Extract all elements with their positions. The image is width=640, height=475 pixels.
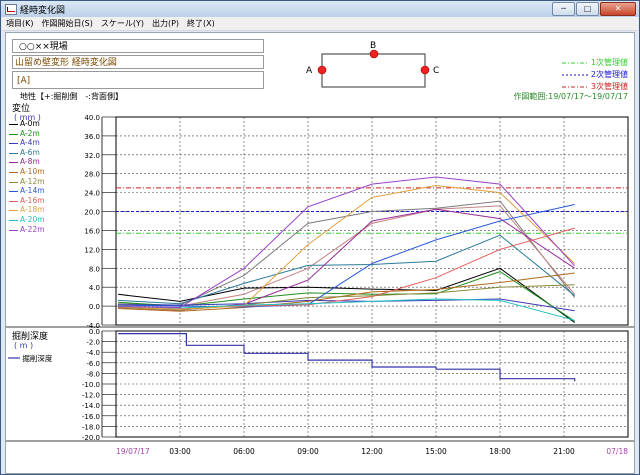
displacement-ytick-label: 20.0 bbox=[84, 209, 100, 217]
series-line-a-14m bbox=[118, 204, 575, 308]
depth-ytick-label: -16.0 bbox=[82, 413, 100, 421]
minimize-button[interactable]: ─ bbox=[552, 2, 575, 16]
displacement-ytick-label: 4.0 bbox=[89, 284, 100, 292]
displacement-ytick-label: 12.0 bbox=[84, 246, 100, 254]
xtick-label: 21:00 bbox=[553, 447, 575, 456]
menu-bar: 項目(K) 作図開始日(S) スケール(Y) 出力(P) 終了(X) bbox=[2, 17, 638, 31]
menu-item-start-date[interactable]: 作図開始日(S) bbox=[38, 17, 97, 30]
xtick-label: 19/07/17 bbox=[116, 447, 150, 456]
menu-item-scale[interactable]: スケール(Y) bbox=[97, 17, 148, 30]
xtick-label: 15:00 bbox=[425, 447, 447, 456]
xtick-label: 18:00 bbox=[489, 447, 511, 456]
chart-document: ○○××現場 山留め壁変形 経時変化図 [A] A B C 1次管理値 2次管理… bbox=[5, 32, 635, 474]
menu-item-exit[interactable]: 終了(X) bbox=[183, 17, 219, 30]
menu-item-items[interactable]: 項目(K) bbox=[2, 17, 38, 30]
series-line-a-8m bbox=[118, 208, 575, 311]
chart-area: 40.0 36.0 32.0 28.0 24.0 20.0 16.0 12.0 8.0 4.0 0.… bbox=[6, 114, 634, 456]
displacement-ytick-label: 36.0 bbox=[84, 133, 100, 141]
window-title: 経時変化図 bbox=[20, 6, 66, 16]
displacement-ytick-label: 24.0 bbox=[84, 190, 100, 198]
depth-ytick-label: -12.0 bbox=[82, 392, 100, 400]
xtick-label: 12:00 bbox=[361, 447, 383, 456]
xtick-label: 07/18 bbox=[606, 447, 628, 456]
xtick-label: 03:00 bbox=[169, 447, 191, 456]
depth-ytick-label: -8.0 bbox=[86, 370, 100, 378]
depth-ytick-label: -14.0 bbox=[82, 402, 100, 410]
depth-series-line bbox=[118, 333, 576, 382]
depth-ytick-label: -18.0 bbox=[82, 423, 100, 431]
maximize-button[interactable]: □ bbox=[576, 2, 599, 16]
app-window: 経時変化図 ─ □ ✕ 項目(K) 作図開始日(S) スケール(Y) 出力(P)… bbox=[0, 0, 640, 475]
chart-app-icon bbox=[5, 4, 17, 15]
depth-ytick-label: -10.0 bbox=[82, 381, 100, 389]
close-button[interactable]: ✕ bbox=[600, 2, 636, 16]
menu-item-output[interactable]: 出力(P) bbox=[148, 17, 183, 30]
depth-ytick-label: -2.0 bbox=[86, 339, 100, 347]
title-bar[interactable]: 経時変化図 ─ □ ✕ bbox=[1, 1, 639, 17]
depth-ytick-label: -6.0 bbox=[86, 360, 100, 368]
displacement-ytick-label: 32.0 bbox=[84, 152, 100, 160]
displacement-ytick-label: 0.0 bbox=[89, 303, 100, 311]
displacement-ytick-label: 16.0 bbox=[84, 227, 100, 235]
depth-ytick-label: -4.0 bbox=[86, 349, 100, 357]
displacement-ytick-label: 28.0 bbox=[84, 171, 100, 179]
depth-ytick-label: 0.0 bbox=[89, 328, 100, 336]
displacement-ytick-label: 8.0 bbox=[89, 265, 100, 273]
extra-series-line-2 bbox=[118, 205, 576, 307]
xtick-label: 06:00 bbox=[233, 447, 255, 456]
displacement-ytick-label: 40.0 bbox=[84, 114, 100, 122]
xtick-label: 09:00 bbox=[297, 447, 319, 456]
